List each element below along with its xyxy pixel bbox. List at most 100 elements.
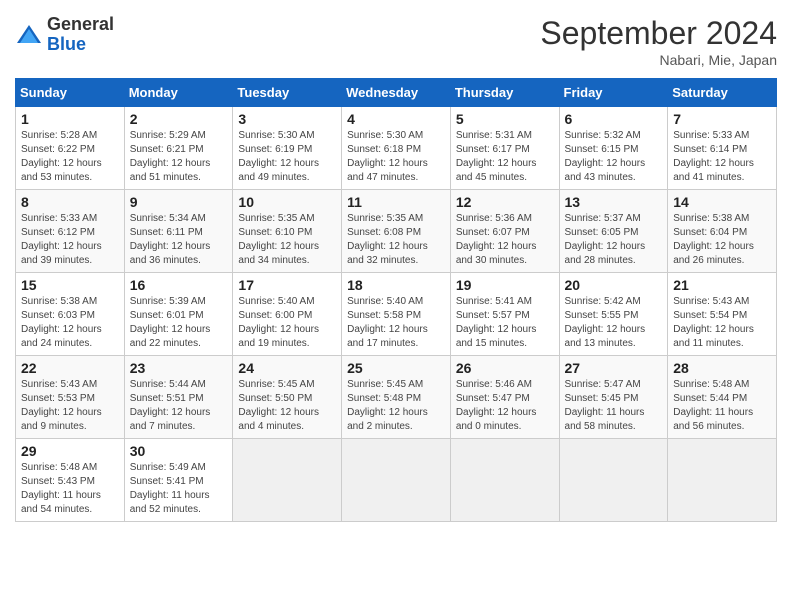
day-number: 6 [565,111,663,127]
calendar-day-cell: 12 Sunrise: 5:36 AM Sunset: 6:07 PM Dayli… [450,190,559,273]
day-info: Sunrise: 5:38 AM Sunset: 6:04 PM Dayligh… [673,212,771,268]
weekday-header: Wednesday [342,79,451,107]
calendar-day-cell: 8 Sunrise: 5:33 AM Sunset: 6:12 PM Daylig… [16,190,125,273]
day-info: Sunrise: 5:32 AM Sunset: 6:15 PM Dayligh… [565,129,663,185]
day-info: Sunrise: 5:41 AM Sunset: 5:57 PM Dayligh… [456,295,554,351]
day-info: Sunrise: 5:49 AM Sunset: 5:41 PM Dayligh… [130,461,228,517]
calendar-day-cell: 1 Sunrise: 5:28 AM Sunset: 6:22 PM Daylig… [16,107,125,190]
day-info: Sunrise: 5:38 AM Sunset: 6:03 PM Dayligh… [21,295,119,351]
logo: General Blue [15,15,114,55]
day-number: 2 [130,111,228,127]
calendar-week-row: 15 Sunrise: 5:38 AM Sunset: 6:03 PM Dayli… [16,273,777,356]
logo-text: General Blue [47,15,114,55]
calendar-week-row: 1 Sunrise: 5:28 AM Sunset: 6:22 PM Daylig… [16,107,777,190]
day-info: Sunrise: 5:30 AM Sunset: 6:19 PM Dayligh… [238,129,336,185]
calendar-day-cell: 20Sunrise: 5:42 AM Sunset: 5:55 PM Dayli… [559,273,668,356]
calendar-week-row: 8 Sunrise: 5:33 AM Sunset: 6:12 PM Daylig… [16,190,777,273]
calendar-day-cell: 5Sunrise: 5:31 AM Sunset: 6:17 PM Daylig… [450,107,559,190]
day-number: 9 [130,194,228,210]
day-number: 28 [673,360,771,376]
day-number: 27 [565,360,663,376]
calendar-day-cell: 24 Sunrise: 5:45 AM Sunset: 5:50 PM Dayli… [233,356,342,439]
day-number: 12 [456,194,554,210]
day-number: 14 [673,194,771,210]
day-info: Sunrise: 5:48 AM Sunset: 5:43 PM Dayligh… [21,461,119,517]
day-info: Sunrise: 5:45 AM Sunset: 5:50 PM Dayligh… [238,378,336,434]
day-number: 13 [565,194,663,210]
calendar-day-cell: 23 Sunrise: 5:44 AM Sunset: 5:51 PM Dayli… [124,356,233,439]
calendar-day-cell: 18 Sunrise: 5:40 AM Sunset: 5:58 PM Dayli… [342,273,451,356]
calendar-day-cell: 29 Sunrise: 5:48 AM Sunset: 5:43 PM Dayli… [16,439,125,522]
calendar-day-cell: 3 Sunrise: 5:30 AM Sunset: 6:19 PM Daylig… [233,107,342,190]
calendar-day-cell: 22Sunrise: 5:43 AM Sunset: 5:53 PM Dayli… [16,356,125,439]
day-info: Sunrise: 5:39 AM Sunset: 6:01 PM Dayligh… [130,295,228,351]
day-number: 18 [347,277,445,293]
day-number: 24 [238,360,336,376]
day-number: 30 [130,443,228,459]
day-number: 29 [21,443,119,459]
calendar-day-cell: 7Sunrise: 5:33 AM Sunset: 6:14 PM Daylig… [668,107,777,190]
calendar-day-cell: 9 Sunrise: 5:34 AM Sunset: 6:11 PM Daylig… [124,190,233,273]
logo-icon [15,21,43,49]
day-number: 22 [21,360,119,376]
day-info: Sunrise: 5:36 AM Sunset: 6:07 PM Dayligh… [456,212,554,268]
calendar-empty-cell [342,439,451,522]
day-number: 25 [347,360,445,376]
calendar-day-cell: 6 Sunrise: 5:32 AM Sunset: 6:15 PM Daylig… [559,107,668,190]
calendar-day-cell: 25 Sunrise: 5:45 AM Sunset: 5:48 PM Dayli… [342,356,451,439]
location-subtitle: Nabari, Mie, Japan [540,52,777,68]
calendar-empty-cell [233,439,342,522]
weekday-header: Monday [124,79,233,107]
day-number: 20 [565,277,663,293]
weekday-header: Friday [559,79,668,107]
day-number: 21 [673,277,771,293]
day-info: Sunrise: 5:33 AM Sunset: 6:14 PM Dayligh… [673,129,771,185]
month-title: September 2024 [540,15,777,52]
calendar-day-cell: 10 Sunrise: 5:35 AM Sunset: 6:10 PM Dayli… [233,190,342,273]
weekday-header: Tuesday [233,79,342,107]
calendar-day-cell: 16 Sunrise: 5:39 AM Sunset: 6:01 PM Dayli… [124,273,233,356]
calendar-table: SundayMondayTuesdayWednesdayThursdayFrid… [15,78,777,522]
day-info: Sunrise: 5:35 AM Sunset: 6:10 PM Dayligh… [238,212,336,268]
weekday-header: Sunday [16,79,125,107]
day-number: 16 [130,277,228,293]
calendar-day-cell: 17Sunrise: 5:40 AM Sunset: 6:00 PM Dayli… [233,273,342,356]
calendar-day-cell: 26Sunrise: 5:46 AM Sunset: 5:47 PM Dayli… [450,356,559,439]
day-info: Sunrise: 5:44 AM Sunset: 5:51 PM Dayligh… [130,378,228,434]
day-number: 26 [456,360,554,376]
calendar-day-cell: 11 Sunrise: 5:35 AM Sunset: 6:08 PM Dayli… [342,190,451,273]
day-number: 23 [130,360,228,376]
day-number: 8 [21,194,119,210]
calendar-day-cell: 4Sunrise: 5:30 AM Sunset: 6:18 PM Daylig… [342,107,451,190]
day-number: 19 [456,277,554,293]
day-number: 10 [238,194,336,210]
calendar-day-cell: 27Sunrise: 5:47 AM Sunset: 5:45 PM Dayli… [559,356,668,439]
day-info: Sunrise: 5:28 AM Sunset: 6:22 PM Dayligh… [21,129,119,185]
weekday-header: Saturday [668,79,777,107]
day-info: Sunrise: 5:30 AM Sunset: 6:18 PM Dayligh… [347,129,445,185]
day-info: Sunrise: 5:48 AM Sunset: 5:44 PM Dayligh… [673,378,771,434]
day-number: 3 [238,111,336,127]
calendar-day-cell: 2Sunrise: 5:29 AM Sunset: 6:21 PM Daylig… [124,107,233,190]
day-info: Sunrise: 5:34 AM Sunset: 6:11 PM Dayligh… [130,212,228,268]
calendar-day-cell: 28 Sunrise: 5:48 AM Sunset: 5:44 PM Dayli… [668,356,777,439]
weekday-header-row: SundayMondayTuesdayWednesdayThursdayFrid… [16,79,777,107]
calendar-week-row: 22Sunrise: 5:43 AM Sunset: 5:53 PM Dayli… [16,356,777,439]
day-number: 11 [347,194,445,210]
day-info: Sunrise: 5:35 AM Sunset: 6:08 PM Dayligh… [347,212,445,268]
calendar-empty-cell [450,439,559,522]
title-section: September 2024 Nabari, Mie, Japan [540,15,777,68]
day-number: 17 [238,277,336,293]
day-info: Sunrise: 5:45 AM Sunset: 5:48 PM Dayligh… [347,378,445,434]
calendar-day-cell: 14 Sunrise: 5:38 AM Sunset: 6:04 PM Dayli… [668,190,777,273]
calendar-day-cell: 13Sunrise: 5:37 AM Sunset: 6:05 PM Dayli… [559,190,668,273]
calendar-day-cell: 21 Sunrise: 5:43 AM Sunset: 5:54 PM Dayli… [668,273,777,356]
calendar-week-row: 29 Sunrise: 5:48 AM Sunset: 5:43 PM Dayli… [16,439,777,522]
calendar-day-cell: 15 Sunrise: 5:38 AM Sunset: 6:03 PM Dayli… [16,273,125,356]
page-header: General Blue September 2024 Nabari, Mie,… [15,15,777,68]
day-number: 1 [21,111,119,127]
day-number: 15 [21,277,119,293]
day-info: Sunrise: 5:40 AM Sunset: 5:58 PM Dayligh… [347,295,445,351]
day-info: Sunrise: 5:43 AM Sunset: 5:54 PM Dayligh… [673,295,771,351]
day-info: Sunrise: 5:33 AM Sunset: 6:12 PM Dayligh… [21,212,119,268]
